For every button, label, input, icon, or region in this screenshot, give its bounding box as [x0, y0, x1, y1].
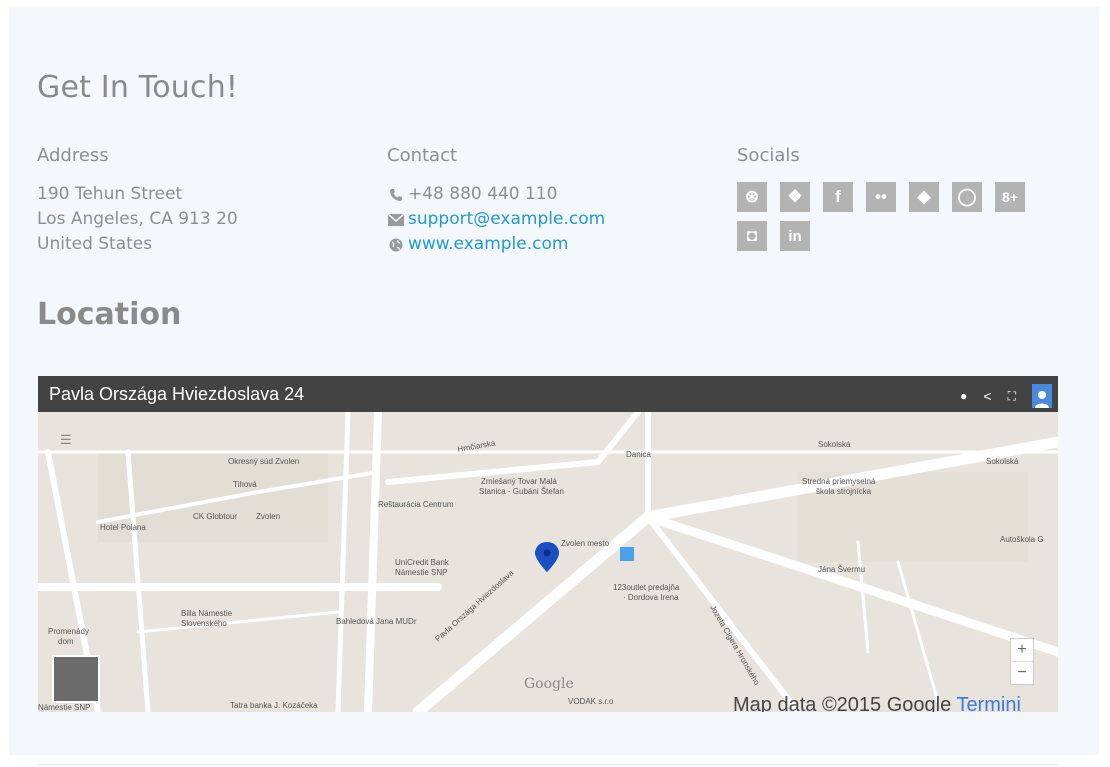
svg-text:Zvolen: Zvolen [256, 512, 280, 521]
svg-text:Autoškola G: Autoškola G [1000, 535, 1044, 544]
address-line-3: United States [37, 234, 153, 254]
zoom-control: + − [1010, 638, 1034, 685]
svg-text:Slovenského: Slovenského [181, 619, 227, 628]
map-bar-icons: ● < ⛶ [960, 384, 1052, 408]
facebook-icon[interactable]: f [823, 182, 853, 212]
map-attribution: Map data ©2015 Google Termini [733, 694, 1021, 712]
terms-link[interactable]: Termini [956, 694, 1020, 712]
globe-icon [387, 238, 405, 252]
svg-text:Reštaurácia Centrum: Reštaurácia Centrum [378, 500, 454, 509]
google-plus-icon[interactable]: 8+ [995, 182, 1025, 212]
svg-text:Jána Švermu: Jána Švermu [818, 565, 865, 574]
svg-text:Billa Námestie: Billa Námestie [181, 609, 233, 618]
contact-title: Contact [387, 145, 458, 166]
svg-text:Zvolen mesto: Zvolen mesto [561, 539, 610, 548]
map-title-bar: Pavla Országa Hviezdoslava 24 ● < ⛶ [38, 376, 1058, 412]
socials-title: Socials [737, 145, 800, 166]
satellite-thumbnail[interactable] [52, 655, 100, 703]
info-icon[interactable]: ● [960, 389, 967, 403]
email-row: support@example.com [387, 207, 605, 232]
google-logo: Google [524, 676, 574, 692]
zoom-in-button[interactable]: + [1011, 639, 1033, 661]
email-link[interactable]: support@example.com [408, 207, 605, 232]
linkedin-icon[interactable]: in [780, 221, 810, 251]
svg-text:123outlet predajňa: 123outlet predajňa [613, 583, 680, 592]
divider [38, 764, 1058, 765]
phone-icon [387, 188, 405, 202]
svg-text:dom: dom [58, 637, 74, 646]
flickr-icon[interactable]: •• [866, 182, 896, 212]
svg-text:Stanica · Gubáni Štefan: Stanica · Gubáni Štefan [479, 487, 564, 496]
get-in-touch-heading: Get In Touch! [37, 70, 239, 105]
website-link[interactable]: www.example.com [408, 232, 568, 257]
svg-text:Bahledová Jana MUDr: Bahledová Jana MUDr [336, 617, 417, 626]
svg-text:Zmiešaný Tovar Malá: Zmiešaný Tovar Malá [481, 477, 557, 486]
map-list-icon[interactable]: ☰ [60, 432, 76, 448]
svg-text:Tatra banka J. Kozáčeka: Tatra banka J. Kozáčeka [230, 701, 318, 710]
address-line-2: Los Angeles, CA 913 20 [37, 209, 238, 229]
share-icon[interactable]: < [983, 388, 991, 404]
address-line-1: 190 Tehun Street [37, 184, 183, 204]
socials-column: Socials ⊛ ❖ f •• ◆ ◯ 8+ ◘ in [737, 145, 1057, 251]
svg-text:Hotel Polana: Hotel Polana [100, 523, 146, 532]
phone-number: +48 880 440 110 [408, 184, 558, 204]
social-icons: ⊛ ❖ f •• ◆ ◯ 8+ ◘ in [737, 182, 1057, 251]
svg-text:· Dordova Irena: · Dordova Irena [623, 593, 679, 602]
svg-text:Tihová: Tihová [233, 480, 257, 489]
location-heading: Location [37, 297, 182, 332]
svg-text:Danica: Danica [626, 450, 651, 459]
svg-text:Stredná priemyselná: Stredná priemyselná [802, 477, 876, 486]
map-embed[interactable]: Okresný súd Zvolen Tihová CK Globtour Zv… [38, 376, 1058, 712]
foursquare-icon[interactable]: ◆ [909, 182, 939, 212]
phone-row: +48 880 440 110 [387, 182, 605, 207]
svg-text:Promenády: Promenády [48, 627, 89, 636]
address-title: Address [37, 145, 109, 166]
svg-text:škola strojnícka: škola strojnícka [816, 487, 872, 496]
svg-text:UniCredit Bank: UniCredit Bank [395, 558, 450, 567]
website-row: www.example.com [387, 232, 605, 257]
address-column: Address 190 Tehun Street Los Angeles, CA… [37, 145, 238, 257]
svg-text:Okresný súd Zvolen: Okresný súd Zvolen [228, 457, 299, 466]
svg-text:VODAK s.r.o: VODAK s.r.o [568, 697, 614, 706]
user-icon[interactable] [1032, 384, 1052, 408]
dribbble-icon[interactable]: ⊛ [737, 182, 767, 212]
contact-column: Contact +48 880 440 110 support@example.… [387, 145, 605, 257]
fullscreen-icon[interactable]: ⛶ [1008, 389, 1016, 404]
svg-text:Sokolská: Sokolská [818, 440, 851, 449]
map-data-text: Map data ©2015 Google [733, 694, 952, 712]
svg-text:Sokolská: Sokolská [986, 457, 1019, 466]
instagram-icon[interactable]: ◘ [737, 221, 767, 251]
svg-text:CK Globtour: CK Globtour [193, 512, 237, 521]
map-place-title[interactable]: Pavla Országa Hviezdoslava 24 [49, 384, 304, 405]
github-icon[interactable]: ◯ [952, 182, 982, 212]
svg-text:Námestie SNP: Námestie SNP [38, 703, 90, 712]
envelope-icon [387, 213, 405, 227]
map-streets[interactable]: Okresný súd Zvolen Tihová CK Globtour Zv… [38, 412, 1058, 712]
svg-text:Námestie SNP: Námestie SNP [395, 568, 447, 577]
zoom-out-button[interactable]: − [1011, 662, 1033, 684]
dropbox-icon[interactable]: ❖ [780, 182, 810, 212]
